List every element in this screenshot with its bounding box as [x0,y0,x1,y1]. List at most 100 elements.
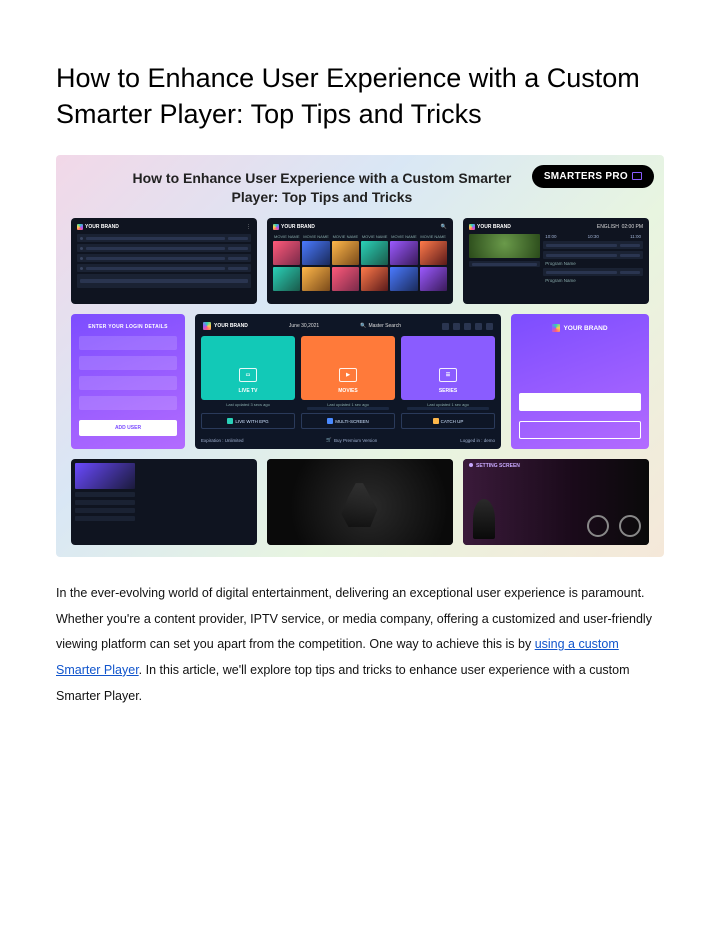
panel-menu-icon: ⋮ [246,224,251,230]
play-icon: ▶ [339,368,357,382]
dashboard-panel: YOUR BRAND June 30,2021 🔍Master Search ▭… [195,314,501,449]
logo-icon [552,324,560,332]
brandcard-option[interactable] [519,393,641,411]
program-name: Program Name [543,261,643,266]
tile-label: SERIES [439,388,457,394]
dash-date: June 30,2021 [289,323,319,329]
login-input[interactable] [79,376,177,390]
poster [361,267,388,291]
logged-in-label: Logged in : demo [460,437,495,443]
epg-time: 10:00 [545,234,556,239]
chip-label: CATCH UP [441,419,464,424]
chip-label: LIVE WITH EPG [235,419,268,424]
login-title: ENTER YOUR LOGIN DETAILS [79,324,177,330]
tile-label: MOVIES [338,388,357,394]
login-input[interactable] [79,336,177,350]
poster [75,463,135,489]
program-name: Program Name [543,278,643,283]
page-title: How to Enhance User Experience with a Cu… [56,60,664,133]
tv-icon [632,172,642,180]
panel-player-dark [267,459,453,545]
login-card: ENTER YOUR LOGIN DETAILS ADD USER [71,314,185,449]
article-paragraph: In the ever-evolving world of digital en… [56,581,664,709]
panel-series-detail [71,459,257,545]
record-icon[interactable] [464,323,471,330]
badge-text: SMARTERS PRO [544,171,628,182]
live-tv-tile[interactable]: ▭ LIVE TV [201,336,295,400]
list-item [75,500,135,505]
vpn-icon[interactable] [475,323,482,330]
login-input[interactable] [79,396,177,410]
para-text-2: . In this article, we'll explore top tip… [56,663,630,703]
add-user-button[interactable]: ADD USER [79,420,177,436]
movies-tile[interactable]: ▶ MOVIES [301,336,395,400]
catchup-icon [433,418,439,424]
search-icon: 🔍 [360,323,366,329]
tile-label: LIVE TV [239,388,258,394]
poster [420,267,447,291]
tv-icon: ▭ [239,368,257,382]
brand-text: YOUR BRAND [477,224,511,230]
logo-icon [77,224,83,230]
person-silhouette [473,499,495,539]
bell-icon[interactable] [442,323,449,330]
catch-up-chip[interactable]: CATCH UP [401,413,495,429]
poster-label: MOVIE NAME [391,234,417,239]
epg-time: 11:00 [630,234,641,239]
list-item [75,516,135,521]
player-frame [267,459,453,545]
poster-label: MOVIE NAME [274,234,300,239]
settings-title: SETTING SCREEN [476,463,520,469]
smarters-pro-badge: SMARTERS PRO [532,165,654,188]
hero-image: How to Enhance User Experience with a Cu… [56,155,664,557]
panel-settings: SETTING SCREEN [463,459,649,545]
dash-search[interactable]: Master Search [368,323,401,329]
brand-card: YOUR BRAND [511,314,649,449]
brandcard-option[interactable] [519,421,641,439]
list-item [75,492,135,497]
multi-screen-chip[interactable]: MULTI-SCREEN [301,413,395,429]
poster [273,241,300,265]
lang-label: ENGLISH [597,224,619,230]
poster [390,267,417,291]
poster-label: MOVIE NAME [333,234,359,239]
hero-heading: How to Enhance User Experience with a Cu… [66,165,520,216]
poster [332,241,359,265]
brand-text: YOUR BRAND [85,224,119,230]
poster [390,241,417,265]
poster [273,267,300,291]
epg-icon [227,418,233,424]
tile-sub: Last updated 3 secs ago [201,402,295,407]
series-tile[interactable]: ☰ SERIES [401,336,495,400]
list-item [75,508,135,513]
live-with-epg-chip[interactable]: LIVE WITH EPG [201,413,295,429]
poster [361,241,388,265]
brand-text: YOUR BRAND [281,224,315,230]
clock-label: 02:00 PM [622,224,643,230]
bicycle-icon [587,501,641,537]
poster [302,241,329,265]
brand-text: YOUR BRAND [563,325,607,332]
match-thumbnail [469,234,540,258]
logo-icon [469,224,475,230]
logo-icon [203,322,211,330]
panel-movies-grid: YOUR BRAND🔍 MOVIE NAMEMOVIE NAMEMOVIE NA… [267,218,453,304]
chip-label: MULTI-SCREEN [335,419,368,424]
user-icon[interactable] [453,323,460,330]
series-icon: ☰ [439,368,457,382]
poster-label: MOVIE NAME [362,234,388,239]
search-icon: 🔍 [441,224,447,230]
poster-label: MOVIE NAME [303,234,329,239]
login-input[interactable] [79,356,177,370]
panel-info: YOUR BRAND ⋮ [71,218,257,304]
logo-icon [273,224,279,230]
poster [420,241,447,265]
buy-premium-link[interactable]: 🛒 Buy Premium Version [326,437,377,443]
dash-brand-text: YOUR BRAND [214,323,248,329]
expiration-label: Expiration : Unlimited [201,437,244,443]
gear-icon[interactable] [486,323,493,330]
epg-time: 10:30 [588,234,599,239]
poster [302,267,329,291]
multiscreen-icon [327,418,333,424]
panel-epg: YOUR BRAND ENGLISH 02:00 PM 10:00 10:30 11:… [463,218,649,304]
